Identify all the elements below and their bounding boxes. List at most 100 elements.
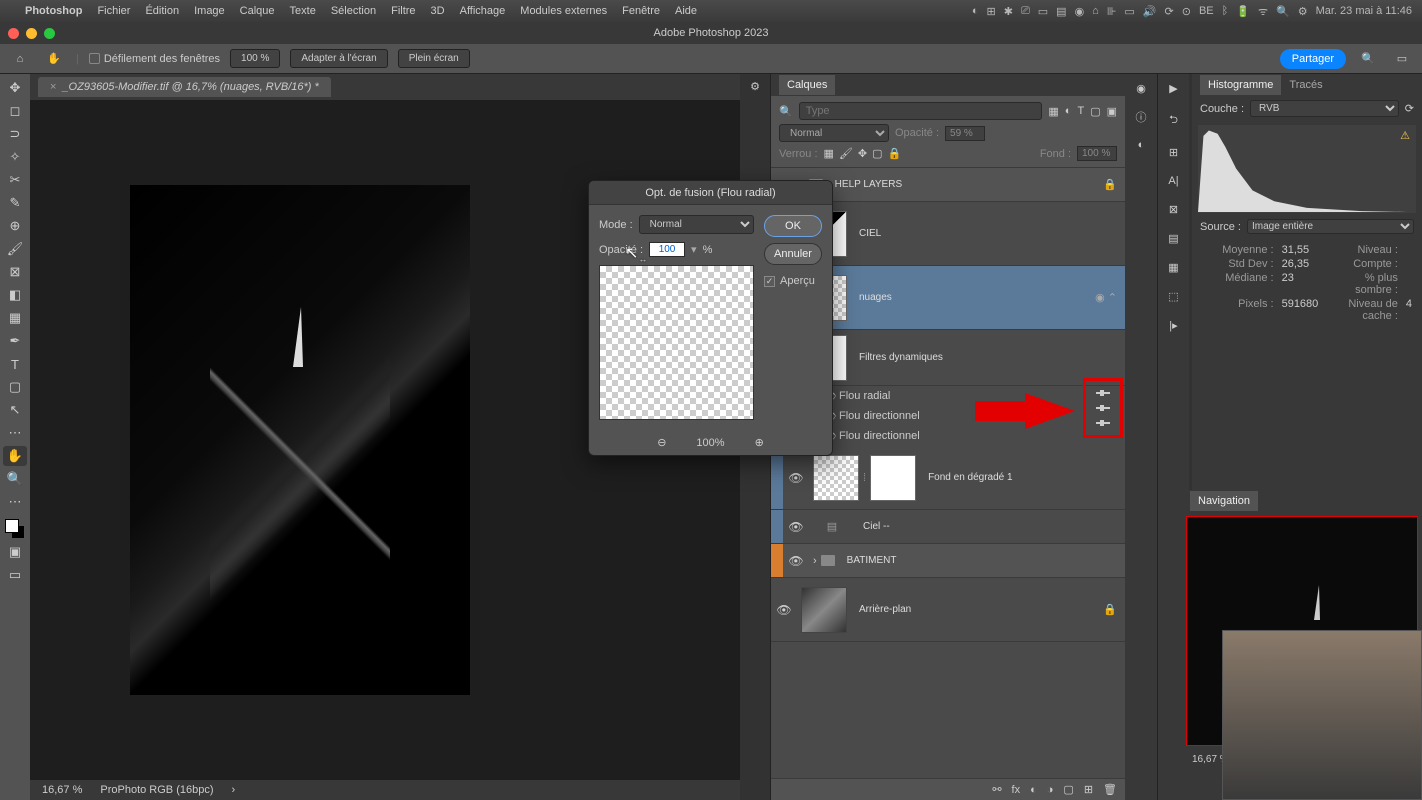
play-actions-icon[interactable]: ▶ xyxy=(1169,82,1177,95)
quickmask-tool[interactable]: ▣ xyxy=(3,542,27,562)
blend-options-icon[interactable] xyxy=(1096,407,1110,409)
shape-tool[interactable]: ▢ xyxy=(3,377,27,397)
workspace-icon[interactable]: ▭ xyxy=(1390,47,1414,71)
lock-icon[interactable]: 🔒 xyxy=(1103,178,1117,191)
marquee-tool[interactable]: ◻ xyxy=(3,101,27,121)
document-tab[interactable]: × _OZ93605-Modifier.tif @ 16,7% (nuages,… xyxy=(38,77,331,97)
filter-image-icon[interactable]: ▦ xyxy=(1048,105,1058,118)
zoom-value[interactable]: 100 % xyxy=(230,49,280,68)
layer-background[interactable]: 👁 Arrière-plan 🔒 xyxy=(771,578,1125,642)
status-icon[interactable]: ▤ xyxy=(1056,5,1066,18)
menu-filter[interactable]: Filtre xyxy=(391,5,415,17)
menu-image[interactable]: Image xyxy=(194,5,225,17)
visibility-icon[interactable]: 👁 xyxy=(783,554,809,568)
brush-preset-icon[interactable]: ◐ xyxy=(1138,139,1145,151)
path-tool[interactable]: ↖ xyxy=(3,400,27,420)
zoom-window-button[interactable] xyxy=(44,28,55,39)
source-select[interactable]: Image entière xyxy=(1247,219,1414,234)
preview-checkbox[interactable]: ✓Aperçu xyxy=(764,275,822,287)
fx-icon[interactable]: fx xyxy=(1012,784,1021,796)
opacity-input[interactable] xyxy=(649,242,685,257)
opacity-input[interactable] xyxy=(945,126,985,141)
home-icon[interactable]: ⌂ xyxy=(8,47,32,71)
layers-tab[interactable]: Calques xyxy=(779,75,835,95)
status-zoom[interactable]: 16,67 % xyxy=(42,784,82,796)
share-button[interactable]: Partager xyxy=(1280,49,1346,69)
ruler-icon[interactable]: |▸ xyxy=(1169,319,1177,332)
blend-options-icon[interactable] xyxy=(1096,392,1110,394)
move-tool[interactable]: ✥ xyxy=(3,78,27,98)
menu-window[interactable]: Fenêtre xyxy=(622,5,660,17)
brush-tool[interactable]: 🖌 xyxy=(3,239,27,259)
layer-group-batiment[interactable]: 👁 › BATIMENT xyxy=(771,544,1125,578)
lasso-tool[interactable]: ⊃ xyxy=(3,124,27,144)
fit-screen-button[interactable]: Adapter à l'écran xyxy=(290,49,387,68)
menu-view[interactable]: Affichage xyxy=(460,5,506,17)
clock[interactable]: Mar. 23 mai à 11:46 xyxy=(1316,5,1412,17)
status-icon[interactable]: ◉ xyxy=(1075,5,1085,18)
libraries-icon[interactable]: ⬚ xyxy=(1168,290,1178,303)
character-icon[interactable]: A| xyxy=(1168,175,1178,187)
stamp-tool[interactable]: ⊠ xyxy=(3,262,27,282)
play-icon[interactable]: ◉ xyxy=(1136,82,1146,95)
lock-icon[interactable]: 🔒 xyxy=(1103,603,1117,616)
lock-brush-icon[interactable]: 🖌 xyxy=(839,147,853,160)
cancel-button[interactable]: Annuler xyxy=(764,243,822,265)
filter-shape-icon[interactable]: ▢ xyxy=(1090,105,1100,118)
group-icon[interactable]: ▢ xyxy=(1063,783,1073,796)
bluetooth-icon[interactable]: ᛒ xyxy=(1222,5,1229,17)
volume-icon[interactable]: 🔊 xyxy=(1143,5,1157,18)
histogram-tab[interactable]: Histogramme xyxy=(1200,75,1281,95)
status-icon[interactable]: ⎚ xyxy=(1021,5,1030,18)
status-profile[interactable]: ProPhoto RGB (16bpc) xyxy=(100,784,213,796)
type-tool[interactable]: T xyxy=(3,354,27,374)
channel-select[interactable]: RVB xyxy=(1250,100,1399,117)
status-icon[interactable]: ⌂ xyxy=(1092,5,1099,17)
screenmode-tool[interactable]: ▭ xyxy=(3,565,27,585)
filter-type-icon[interactable]: T xyxy=(1077,105,1084,117)
zoom-tool[interactable]: 🔍 xyxy=(3,469,27,489)
properties-icon[interactable]: ▤ xyxy=(1168,232,1178,245)
clone-icon[interactable]: ⊠ xyxy=(1169,203,1178,216)
filter-smart-icon[interactable]: ▣ xyxy=(1107,105,1117,118)
blend-options-icon[interactable] xyxy=(1096,422,1110,424)
navigation-tab[interactable]: Navigation xyxy=(1190,491,1258,511)
wifi-icon[interactable]: ᯤ xyxy=(1258,4,1268,19)
menu-text[interactable]: Texte xyxy=(290,5,316,17)
menu-layer[interactable]: Calque xyxy=(240,5,275,17)
info-icon[interactable]: ⓘ xyxy=(1136,109,1147,125)
status-icon[interactable]: ⟳ xyxy=(1165,5,1174,18)
lock-artboard-icon[interactable]: ▢ xyxy=(872,147,882,160)
wand-tool[interactable]: ✧ xyxy=(3,147,27,167)
lock-pixels-icon[interactable]: ▦ xyxy=(824,147,834,160)
menu-plugins[interactable]: Modules externes xyxy=(520,5,607,17)
battery-icon[interactable]: 🔋 xyxy=(1236,5,1250,18)
mask-icon[interactable]: ◐ xyxy=(1030,784,1037,796)
status-icon[interactable]: ⊙ xyxy=(1182,5,1191,18)
layer-ciel2[interactable]: 👁 ▤ Ciel -- xyxy=(771,510,1125,544)
hand-tool-icon[interactable]: ✋ xyxy=(42,47,66,71)
app-menu[interactable]: Photoshop xyxy=(25,5,82,17)
adjustments-icon[interactable]: ⚙ xyxy=(750,80,760,93)
zoom-in-icon[interactable]: ⊕ xyxy=(755,436,764,449)
locale-icon[interactable]: BE xyxy=(1199,5,1214,17)
control-center-icon[interactable]: ⚙ xyxy=(1298,5,1308,18)
close-tab-icon[interactable]: × xyxy=(50,81,56,93)
menu-help[interactable]: Aide xyxy=(675,5,697,17)
eyedropper-tool[interactable]: ✎ xyxy=(3,193,27,213)
status-icon[interactable]: ▭ xyxy=(1124,5,1134,18)
history-icon[interactable]: ⮌ xyxy=(1169,111,1178,130)
zoom-out-icon[interactable]: ⊖ xyxy=(657,436,666,449)
fill-input[interactable] xyxy=(1077,146,1117,161)
visibility-icon[interactable]: 👁 xyxy=(771,603,797,617)
search-icon[interactable]: 🔍 xyxy=(1356,47,1380,71)
status-icon[interactable]: ⊞ xyxy=(987,5,996,18)
link-icon[interactable]: ⚯ xyxy=(992,783,1001,796)
lock-move-icon[interactable]: ✥ xyxy=(858,147,867,160)
traces-tab[interactable]: Tracés xyxy=(1281,75,1330,95)
swatches-icon[interactable]: ⊞ xyxy=(1169,146,1178,159)
ok-button[interactable]: OK xyxy=(764,215,822,237)
filter-adjust-icon[interactable]: ◐ xyxy=(1065,105,1072,117)
scroll-windows-checkbox[interactable]: Défilement des fenêtres xyxy=(89,53,220,65)
menu-edit[interactable]: Édition xyxy=(145,5,179,17)
